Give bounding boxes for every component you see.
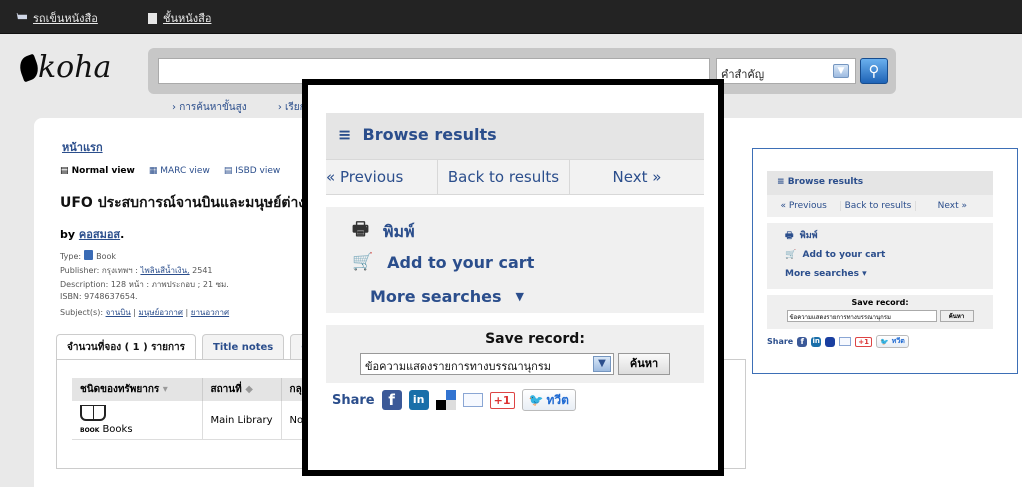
print-icon: 🖶 bbox=[785, 231, 794, 241]
twitter-icon: 🐦 bbox=[879, 337, 889, 346]
author-line: by คอสมอส. bbox=[60, 228, 125, 241]
share-row: Share f in +1 🐦 ทวีต bbox=[767, 335, 909, 348]
home-link[interactable]: หน้าแรก bbox=[62, 138, 103, 156]
subject-link[interactable]: จานบิน bbox=[106, 308, 131, 317]
logo-text: koha bbox=[38, 50, 112, 85]
record-actions: 🖶 พิมพ์ 🛒 Add to your cart More searches… bbox=[767, 223, 993, 289]
browse-results-header: ≡ Browse results bbox=[326, 113, 704, 159]
add-cart-action[interactable]: 🛒 Add to your cart bbox=[785, 246, 975, 265]
more-searches-toggle[interactable]: More searches ▾ bbox=[785, 265, 975, 284]
shelf-link[interactable]: ชั้นหนังสือ bbox=[148, 9, 211, 27]
publisher-link[interactable]: ไพลินสีน้ำเงิน, bbox=[140, 266, 189, 275]
description-line: Description: 128 หน้า : ภาพประกอบ ; 21 ซ… bbox=[60, 280, 229, 289]
column-header[interactable]: ชนิดของทรัพยากร ▾ bbox=[72, 378, 203, 401]
save-record-label: Save record: bbox=[851, 298, 909, 307]
linkedin-icon[interactable]: in bbox=[811, 336, 822, 347]
save-go-button[interactable]: ค้นหา bbox=[939, 310, 974, 322]
more-searches-toggle[interactable]: More searches ▼ bbox=[370, 281, 678, 311]
record-actions: 🖶 พิมพ์ 🛒 Add to your cart More searches… bbox=[326, 207, 704, 313]
publisher-line: Publisher: กรุงเทพฯ : ไพลินสีน้ำเงิน, 25… bbox=[60, 266, 213, 275]
search-index-select[interactable]: คำสำคัญ ▼ bbox=[716, 58, 856, 84]
view-switcher: ▤ Normal view ▦ MARC view ▤ ISBD view bbox=[60, 166, 280, 176]
koha-logo[interactable]: koha bbox=[16, 50, 112, 85]
email-icon[interactable] bbox=[839, 337, 852, 346]
tweet-button[interactable]: 🐦 ทวีต bbox=[875, 335, 909, 348]
save-record-box: Save record: ข้อความแสดงรายการทางบรรณานุ… bbox=[767, 295, 993, 329]
facebook-icon[interactable]: f bbox=[381, 390, 402, 410]
sidebar-browse-panel: ≡ Browse results « Previous Back to resu… bbox=[752, 148, 1018, 374]
save-go-button[interactable]: ค้นหา bbox=[618, 353, 670, 375]
tweet-button[interactable]: 🐦 ทวีต bbox=[521, 389, 576, 411]
holdings-table: ชนิดของทรัพยากร ▾ สถานที่ ◆ กลุ BOOK Book… bbox=[72, 378, 328, 440]
delicious-icon[interactable] bbox=[435, 390, 456, 410]
normal-view-tab[interactable]: ▤ Normal view bbox=[60, 166, 135, 176]
top-bar: รถเข็นหนังสือ ชั้นหนังสือ bbox=[0, 0, 1022, 34]
share-label: Share bbox=[332, 392, 375, 408]
cart-icon bbox=[14, 12, 27, 20]
list-icon bbox=[148, 12, 157, 24]
facebook-icon[interactable]: f bbox=[797, 336, 808, 347]
cart-link[interactable]: รถเข็นหนังสือ bbox=[14, 9, 98, 27]
browse-nav: « Previous Back to results Next » bbox=[326, 159, 704, 195]
author-link[interactable]: คอสมอส bbox=[79, 228, 120, 241]
cart-icon: 🛒 bbox=[352, 252, 374, 272]
linkedin-icon[interactable]: in bbox=[408, 390, 429, 410]
tab-title-notes[interactable]: Title notes bbox=[202, 334, 285, 360]
email-icon[interactable] bbox=[462, 393, 483, 407]
cart-icon: 🛒 bbox=[785, 250, 797, 260]
shelf-label: ชั้นหนังสือ bbox=[163, 12, 212, 25]
previous-link[interactable]: « Previous bbox=[767, 201, 842, 211]
chevron-down-icon: ▼ bbox=[833, 64, 849, 78]
tab-holdings[interactable]: จำนวนที่จอง ( 1 ) รายการ bbox=[56, 334, 197, 360]
save-record-box: Save record: ข้อความแสดงรายการทางบรรณานุ… bbox=[326, 325, 704, 383]
delicious-icon[interactable] bbox=[825, 336, 836, 347]
caret-down-icon: ▼ bbox=[515, 289, 525, 303]
google-plus-button[interactable]: +1 bbox=[489, 391, 515, 409]
table-header-row: ชนิดของทรัพยากร ▾ สถานที่ ◆ กลุ bbox=[72, 378, 328, 401]
next-link[interactable]: Next » bbox=[916, 201, 989, 211]
chevron-down-icon: ▼ bbox=[593, 356, 611, 372]
previous-link[interactable]: « Previous bbox=[326, 159, 438, 195]
subject-link[interactable]: ยานอวกาศ bbox=[191, 308, 229, 317]
save-format-select[interactable]: ข้อความแสดงรายการทางบรรณานุกรม ▼ bbox=[360, 353, 614, 375]
back-to-results-link[interactable]: Back to results bbox=[438, 159, 570, 195]
back-to-results-link[interactable]: Back to results bbox=[841, 201, 916, 211]
subject-link[interactable]: มนุษย์อวกาศ bbox=[139, 308, 183, 317]
location-cell: Main Library bbox=[202, 401, 282, 440]
cart-label: รถเข็นหนังสือ bbox=[33, 12, 98, 25]
print-icon: 🖶 bbox=[352, 219, 369, 240]
zoom-callout: ≡ Browse results « Previous Back to resu… bbox=[302, 79, 724, 476]
print-action[interactable]: 🖶 พิมพ์ bbox=[785, 227, 975, 246]
record-tabs: จำนวนที่จอง ( 1 ) รายการ Title notes C bbox=[56, 334, 326, 360]
advanced-search-link[interactable]: › การค้นหาขั้นสูง bbox=[172, 102, 261, 113]
isbn-line: ISBN: 9748637654. bbox=[60, 292, 138, 301]
print-action[interactable]: 🖶 พิมพ์ bbox=[352, 217, 678, 247]
item-type-cell: BOOK Books bbox=[72, 401, 203, 440]
save-format-select[interactable]: ข้อความแสดงรายการทางบรรณานุกรม bbox=[786, 310, 937, 322]
subjects-line: Subject(s): จานบิน | มนุษย์อวกาศ | ยานอว… bbox=[60, 308, 230, 317]
twitter-icon: 🐦 bbox=[528, 393, 544, 407]
search-index-value: คำสำคัญ bbox=[721, 68, 765, 81]
book-icon bbox=[80, 405, 106, 421]
record-title: UFO ประสบการณ์จานบินและมนุษย์ต่างดาว bbox=[60, 195, 310, 211]
search-button[interactable]: ⚲ bbox=[860, 58, 888, 84]
isbd-view-tab[interactable]: ▤ ISBD view bbox=[224, 166, 280, 176]
add-cart-action[interactable]: 🛒 Add to your cart bbox=[352, 247, 678, 277]
search-icon: ⚲ bbox=[868, 62, 880, 80]
browse-results-header: ≡ Browse results bbox=[767, 171, 993, 195]
google-plus-button[interactable]: +1 bbox=[855, 336, 872, 347]
share-row: Share f in +1 🐦 ทวีต bbox=[332, 389, 576, 411]
browse-nav: « Previous Back to results Next » bbox=[767, 195, 993, 217]
table-row: BOOKBooks Main Library Non F bbox=[72, 401, 328, 440]
next-link[interactable]: Next » bbox=[570, 159, 704, 195]
marc-view-tab[interactable]: ▦ MARC view bbox=[149, 166, 210, 176]
save-record-label: Save record: bbox=[485, 331, 585, 347]
book-icon bbox=[84, 250, 94, 260]
type-line: Type: Book bbox=[60, 250, 116, 261]
column-header[interactable]: สถานที่ ◆ bbox=[202, 378, 282, 401]
